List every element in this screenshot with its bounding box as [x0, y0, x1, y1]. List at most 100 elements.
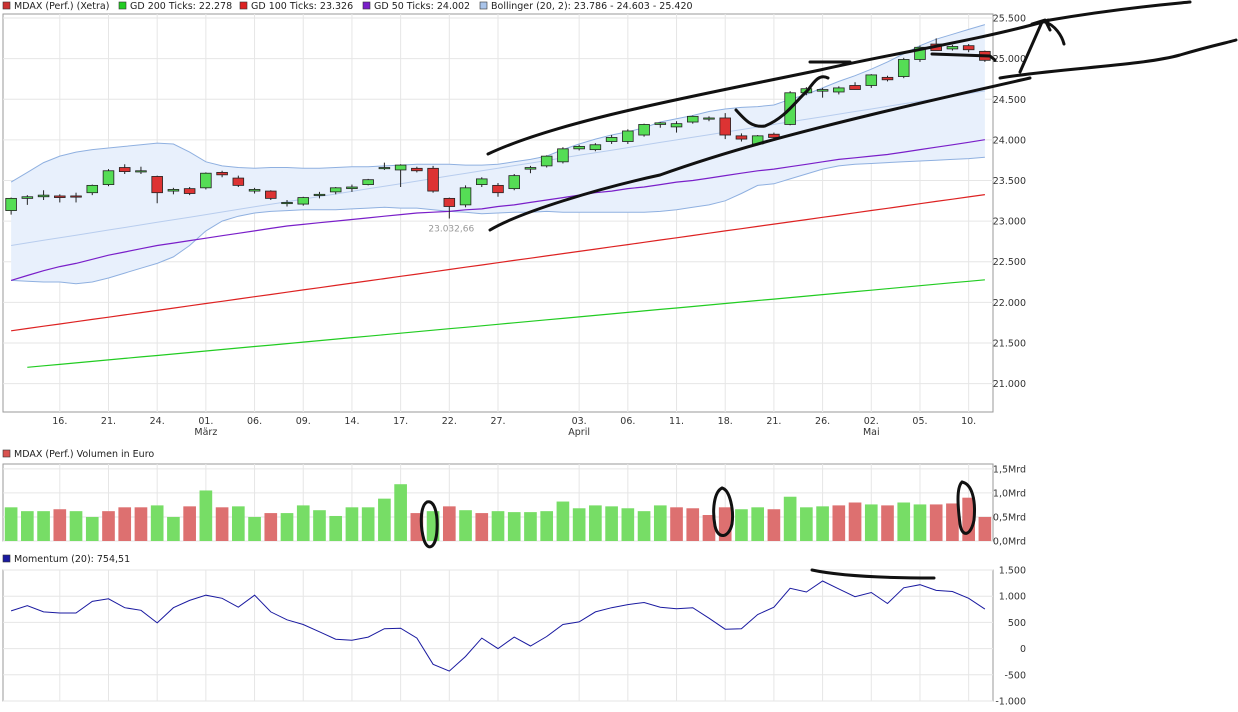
price-axis-tick-label: 23.500: [993, 176, 1026, 187]
candle-body: [946, 46, 959, 50]
legend-swatch-bollinger: [479, 1, 488, 10]
candle-body: [962, 45, 975, 51]
volume-bar: [231, 506, 245, 541]
volume-bar: [556, 501, 570, 541]
volume-bar: [491, 511, 505, 541]
volume-bar: [605, 506, 618, 541]
candle-body: [394, 164, 407, 171]
candle-body: [816, 89, 829, 92]
candle-body: [735, 135, 748, 140]
volume-bar: [199, 490, 213, 541]
candle-body: [492, 184, 504, 194]
candle-body: [670, 123, 683, 128]
candle-body: [654, 122, 667, 125]
price-axis-tick-label: 21.000: [993, 379, 1026, 390]
legend-bollinger: Bollinger (20, 2): 23.786 - 24.603 - 25.…: [491, 1, 693, 12]
candle-body: [378, 167, 391, 170]
legend-swatch-gd100: [239, 1, 248, 10]
volume-bar: [459, 510, 472, 541]
legend-gd50: GD 50 Ticks: 24.002: [374, 1, 470, 12]
candle-body: [313, 193, 326, 196]
momentum-axis-tick-label: 0: [1020, 644, 1026, 655]
momentum-axis-tick-label: -1.000: [995, 697, 1026, 708]
candle-body: [232, 177, 245, 186]
candle-body: [362, 179, 374, 185]
candle-body: [686, 115, 699, 123]
candle-body: [216, 171, 228, 176]
candle-body: [540, 155, 553, 167]
legend-gd200: GD 200 Ticks: 22.278: [130, 1, 232, 12]
volume-panel: 0,0Mrd 0,5Mrd 1,0Mrd 1,5Mrd: [2, 463, 1026, 548]
candle-body: [719, 117, 731, 136]
candle-body: [638, 124, 650, 136]
candle-body: [281, 202, 293, 205]
candle-body: [703, 117, 715, 120]
volume-bar: [783, 496, 797, 541]
candle-body: [589, 144, 602, 151]
x-tick-label: 24.: [150, 416, 165, 427]
price-axis-tick-label: 24.500: [993, 95, 1026, 106]
volume-axis-tick-label: 1,5Mrd: [993, 464, 1026, 475]
volume-bar: [507, 512, 521, 541]
volume-bar: [378, 498, 391, 541]
volume-axis-tick-label: 1,0Mrd: [993, 488, 1026, 499]
x-tick-month-label: Mai: [863, 427, 880, 438]
volume-bar: [53, 509, 67, 541]
price-axis-tick-label: 21.500: [993, 338, 1026, 349]
x-tick-label: 03.: [572, 416, 587, 427]
x-tick-label: 14.: [344, 416, 359, 427]
volume-bar: [864, 504, 878, 541]
candle-body: [135, 170, 147, 173]
x-tick-month-label: März: [194, 427, 217, 438]
volume-bar: [215, 507, 229, 541]
volume-legend: MDAX (Perf.) Volumen in Euro: [2, 449, 154, 460]
freehand-arrow-up: [1018, 18, 1066, 74]
volume-bar: [134, 507, 148, 541]
x-tick-label: 18.: [718, 416, 733, 427]
volume-bar: [653, 505, 667, 541]
volume-bar: [264, 513, 278, 541]
legend-swatch-momentum: [2, 554, 11, 563]
volume-bar: [524, 512, 537, 541]
momentum-axis-tick-label: 1.000: [999, 592, 1026, 603]
volume-bar: [345, 507, 359, 541]
candle-body: [557, 148, 569, 163]
volume-bar: [621, 508, 635, 541]
volume-bar: [816, 506, 829, 541]
candle-body: [605, 137, 618, 142]
volume-bar: [167, 516, 180, 541]
volume-axis-tick-label: 0,5Mrd: [993, 512, 1026, 523]
price-axis-tick-label: 25.500: [993, 14, 1026, 25]
candle-body: [524, 167, 537, 170]
volume-bar: [735, 509, 748, 541]
candle-body: [21, 196, 34, 199]
candle-body: [37, 194, 50, 198]
candle-body: [102, 170, 115, 185]
price-axis-tick-label: 22.000: [993, 298, 1026, 309]
x-tick-label: 22.: [442, 416, 457, 427]
volume-bar: [102, 511, 115, 541]
candle-body: [427, 167, 439, 192]
volume-bar: [183, 506, 196, 541]
candle-body: [476, 178, 488, 185]
candle-body: [70, 195, 82, 198]
legend-momentum: Momentum (20): 754,51: [14, 554, 130, 565]
volume-bar: [313, 510, 326, 541]
candle-body: [200, 172, 212, 189]
candle-body: [183, 188, 196, 194]
freehand-right-channel-line: [998, 38, 1238, 80]
volume-bar: [572, 508, 586, 541]
volume-bar: [69, 511, 83, 541]
candle-body: [849, 85, 861, 90]
candle-body: [167, 189, 180, 192]
price-axis-tick-label: 22.500: [993, 257, 1026, 268]
volume-bar: [4, 507, 18, 541]
volume-bar: [848, 502, 862, 541]
candle-body: [248, 189, 261, 192]
candle-body: [459, 187, 472, 206]
volume-bar: [978, 516, 992, 541]
legend-mdax: MDAX (Perf.) (Xetra): [14, 1, 109, 12]
momentum-legend: Momentum (20): 754,51: [2, 554, 130, 565]
volume-bar: [881, 505, 894, 541]
price-axis-tick-label: 24.000: [993, 135, 1026, 146]
